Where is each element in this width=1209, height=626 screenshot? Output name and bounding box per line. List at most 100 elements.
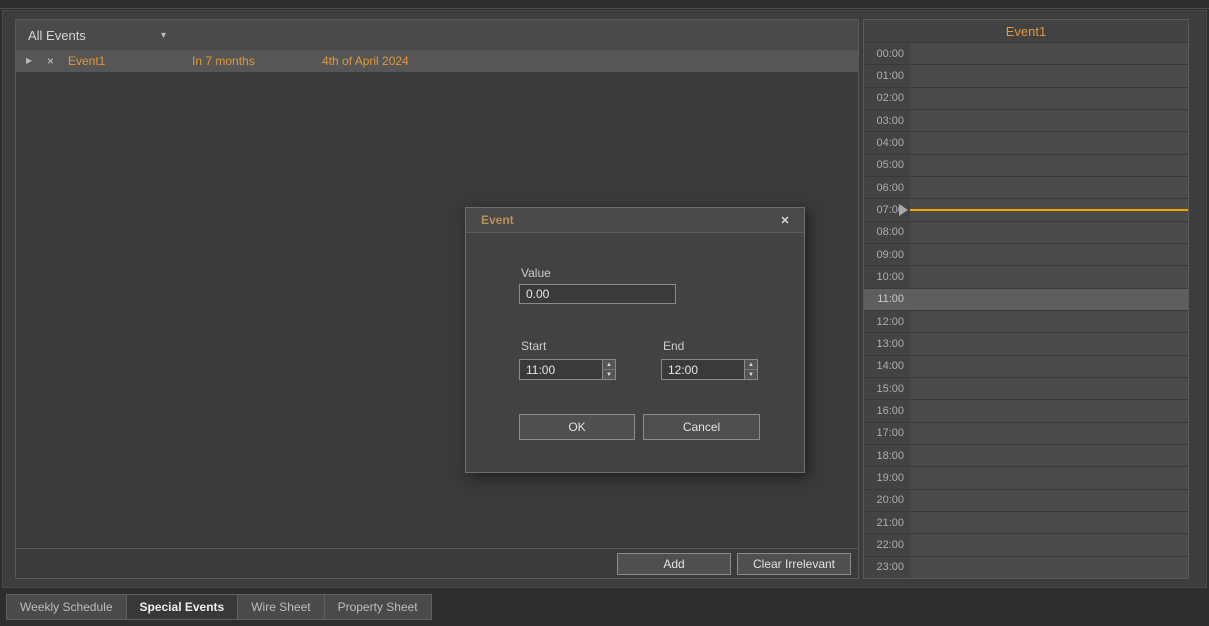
- dialog-title-bar[interactable]: Event ✕: [466, 208, 804, 233]
- start-spin-down-button[interactable]: ▼: [603, 369, 615, 379]
- time-label: 00:00: [864, 43, 910, 64]
- start-spin-up-button[interactable]: ▲: [603, 360, 615, 369]
- time-label: 06:00: [864, 177, 910, 198]
- close-button[interactable]: ✕: [776, 214, 794, 227]
- chevron-up-icon: ▲: [748, 362, 754, 368]
- time-row[interactable]: 10:00: [864, 266, 1188, 288]
- start-spinner-buttons: ▲ ▼: [602, 359, 616, 380]
- time-cell[interactable]: [910, 177, 1188, 198]
- time-row[interactable]: 04:00: [864, 132, 1188, 154]
- tab-weekly-schedule[interactable]: Weekly Schedule: [6, 594, 127, 620]
- time-grid: 00:0001:0002:0003:0004:0005:0006:0007:00…: [864, 42, 1188, 578]
- time-row[interactable]: 01:00: [864, 65, 1188, 87]
- time-cell[interactable]: [910, 222, 1188, 243]
- tab-property-sheet[interactable]: Property Sheet: [325, 594, 432, 620]
- time-label: 10:00: [864, 266, 910, 287]
- tab-wire-sheet[interactable]: Wire Sheet: [238, 594, 324, 620]
- chevron-down-icon: ▼: [606, 372, 612, 378]
- tab-bar: Weekly ScheduleSpecial EventsWire SheetP…: [6, 594, 432, 620]
- ok-button[interactable]: OK: [519, 414, 635, 440]
- end-spin-up-button[interactable]: ▲: [745, 360, 757, 369]
- time-label: 08:00: [864, 222, 910, 243]
- time-cell[interactable]: [910, 110, 1188, 131]
- time-row[interactable]: 02:00: [864, 88, 1188, 110]
- time-row[interactable]: 12:00: [864, 311, 1188, 333]
- time-cell[interactable]: [910, 199, 1188, 220]
- time-label: 03:00: [864, 110, 910, 131]
- time-cell[interactable]: [910, 423, 1188, 444]
- event-row[interactable]: ▶ × Event1 In 7 months 4th of April 2024: [16, 50, 858, 72]
- events-footer: Add Clear Irrelevant: [16, 548, 858, 578]
- time-row[interactable]: 08:00: [864, 222, 1188, 244]
- time-row[interactable]: 09:00: [864, 244, 1188, 266]
- time-cell[interactable]: [910, 445, 1188, 466]
- time-row[interactable]: 06:00: [864, 177, 1188, 199]
- clear-irrelevant-button[interactable]: Clear Irrelevant: [737, 553, 851, 575]
- event-filter-dropdown[interactable]: All Events ▾: [28, 28, 166, 43]
- event-filter-value: All Events: [28, 28, 86, 43]
- time-label: 02:00: [864, 88, 910, 109]
- time-cell[interactable]: [910, 512, 1188, 533]
- end-time-spinner: ▲ ▼: [661, 359, 758, 380]
- time-row[interactable]: 14:00: [864, 356, 1188, 378]
- tab-special-events[interactable]: Special Events: [127, 594, 239, 620]
- time-row[interactable]: 16:00: [864, 400, 1188, 422]
- time-row[interactable]: 23:00: [864, 557, 1188, 578]
- time-cell[interactable]: [910, 467, 1188, 488]
- time-row[interactable]: 21:00: [864, 512, 1188, 534]
- time-cell[interactable]: [910, 356, 1188, 377]
- workspace: All Events ▾ ▶ × Event1 In 7 months 4th …: [2, 10, 1207, 588]
- time-cell[interactable]: [910, 244, 1188, 265]
- time-label: 17:00: [864, 423, 910, 444]
- time-cell[interactable]: [910, 534, 1188, 555]
- time-row[interactable]: 19:00: [864, 467, 1188, 489]
- time-cell[interactable]: [910, 378, 1188, 399]
- time-row[interactable]: 03:00: [864, 110, 1188, 132]
- expander-icon[interactable]: ▶: [26, 50, 32, 72]
- time-row[interactable]: 07:00: [864, 199, 1188, 221]
- time-cell[interactable]: [910, 266, 1188, 287]
- time-row[interactable]: 18:00: [864, 445, 1188, 467]
- time-cell[interactable]: [910, 43, 1188, 64]
- cancel-button[interactable]: Cancel: [643, 414, 760, 440]
- time-cell[interactable]: [910, 88, 1188, 109]
- time-row[interactable]: 17:00: [864, 423, 1188, 445]
- event-marker-line[interactable]: [910, 209, 1188, 211]
- time-label: 12:00: [864, 311, 910, 332]
- time-cell[interactable]: [910, 132, 1188, 153]
- time-row[interactable]: 05:00: [864, 155, 1188, 177]
- marker-arrow-icon[interactable]: [899, 204, 908, 216]
- time-label: 18:00: [864, 445, 910, 466]
- time-cell[interactable]: [910, 333, 1188, 354]
- time-row[interactable]: 13:00: [864, 333, 1188, 355]
- time-cell[interactable]: [910, 155, 1188, 176]
- time-label: 01:00: [864, 65, 910, 86]
- time-label: 15:00: [864, 378, 910, 399]
- time-cell[interactable]: [910, 490, 1188, 511]
- start-label: Start: [521, 339, 546, 353]
- time-label: 05:00: [864, 155, 910, 176]
- delete-icon[interactable]: ×: [47, 50, 54, 72]
- value-input[interactable]: [519, 284, 676, 304]
- end-spin-down-button[interactable]: ▼: [745, 369, 757, 379]
- start-time-input[interactable]: [519, 359, 602, 380]
- time-cell[interactable]: [910, 557, 1188, 578]
- time-label: 09:00: [864, 244, 910, 265]
- time-cell[interactable]: [910, 289, 1188, 310]
- time-row[interactable]: 00:00: [864, 43, 1188, 65]
- time-label: 21:00: [864, 512, 910, 533]
- time-row[interactable]: 22:00: [864, 534, 1188, 556]
- time-cell[interactable]: [910, 400, 1188, 421]
- time-row[interactable]: 20:00: [864, 490, 1188, 512]
- chevron-down-icon: ▾: [161, 30, 166, 41]
- dialog-body: Value Start End ▲ ▼ ▲ ▼: [466, 233, 804, 473]
- time-row[interactable]: 11:00: [864, 289, 1188, 311]
- time-row[interactable]: 15:00: [864, 378, 1188, 400]
- time-label: 11:00: [864, 289, 910, 310]
- time-cell[interactable]: [910, 311, 1188, 332]
- close-icon: ✕: [780, 215, 789, 227]
- time-label: 13:00: [864, 333, 910, 354]
- time-cell[interactable]: [910, 65, 1188, 86]
- add-button[interactable]: Add: [617, 553, 731, 575]
- end-time-input[interactable]: [661, 359, 744, 380]
